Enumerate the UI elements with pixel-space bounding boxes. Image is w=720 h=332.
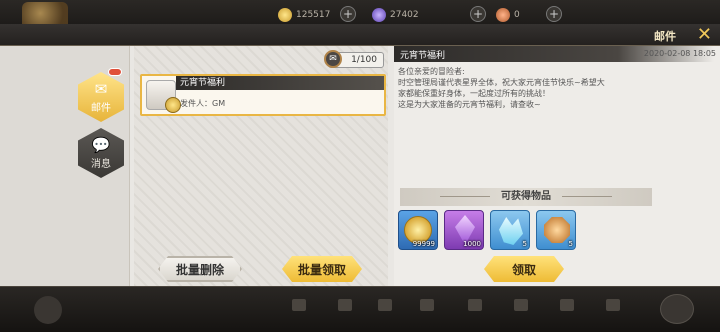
nav-icon	[420, 299, 434, 311]
nav-item[interactable]	[412, 299, 442, 313]
add-gem-button[interactable]: +	[470, 6, 486, 22]
reward-slot-purple-gem[interactable]: 1000	[444, 210, 484, 250]
mail-window-header: 邮件 ✕	[0, 24, 720, 46]
nav-icon	[468, 299, 482, 311]
add-gold-button[interactable]: +	[340, 6, 356, 22]
batch-claim-button[interactable]: 批量领取	[282, 256, 362, 282]
nav-icon	[292, 299, 306, 311]
nav-item[interactable]	[506, 299, 536, 313]
tab-mail-label: 邮件	[91, 102, 111, 114]
ticket-resource: 0	[496, 6, 520, 24]
amber-stone-icon	[544, 217, 570, 243]
nav-icon	[514, 299, 528, 311]
gold-coin-icon	[278, 8, 292, 22]
nav-item[interactable]	[598, 299, 628, 313]
ticket-value: 0	[514, 10, 520, 20]
reward-qty: 1000	[463, 240, 481, 248]
nav-item[interactable]	[460, 299, 490, 313]
detail-line: 各位亲爱的冒险者:	[398, 67, 465, 76]
gem-value: 27402	[390, 10, 419, 20]
batch-delete-button[interactable]: 批量删除	[158, 256, 242, 282]
detail-line: 这是为大家准备的元宵节福利，请查收~	[398, 100, 541, 109]
add-ticket-button[interactable]: +	[546, 6, 562, 22]
mailbox-icon: ✉	[324, 50, 342, 68]
bottom-nav	[0, 286, 720, 332]
reward-qty: 99999	[412, 240, 435, 248]
reward-qty: 5	[522, 240, 527, 248]
reward-slot-gold[interactable]: 99999	[398, 210, 438, 250]
gold-resource: 125517	[278, 6, 330, 24]
tab-messages[interactable]: 💬 消息	[78, 128, 124, 178]
nav-circle-button[interactable]	[34, 296, 62, 324]
mail-icon: ✉	[94, 79, 108, 98]
coin-icon	[165, 97, 181, 113]
claim-button[interactable]: 领取	[484, 256, 564, 282]
mail-list-item[interactable]: 元宵节福利 发件人：GM	[140, 74, 386, 116]
nav-icon	[560, 299, 574, 311]
detail-line: 时空管理局谨代表星界全体，祝大家元宵佳节快乐~希望大	[398, 78, 605, 87]
reward-slot-crystal[interactable]: 5	[490, 210, 530, 250]
envelope-icon	[146, 80, 181, 113]
nav-item[interactable]	[284, 299, 314, 313]
mail-detail: 元宵节福利 2020-02-08 18:05 各位亲爱的冒险者: 时空管理局谨代…	[394, 46, 720, 286]
tab-messages-label: 消息	[91, 158, 111, 170]
nav-icon	[606, 299, 620, 311]
chat-bubble-icon[interactable]	[660, 294, 694, 324]
nav-item[interactable]	[330, 299, 360, 313]
nav-item[interactable]	[370, 299, 400, 313]
mail-item-title: 元宵节福利	[176, 76, 384, 90]
game-screen: 125517 + 27402 + 0 + 邮件 ✕ ✉ 邮件 💬 消息 1/10…	[0, 0, 720, 332]
gem-resource: 27402	[372, 6, 419, 24]
nav-item[interactable]	[552, 299, 582, 313]
gem-icon	[372, 8, 386, 22]
detail-body: 各位亲爱的冒险者: 时空管理局谨代表星界全体，祝大家元宵佳节快乐~希望大 家都能…	[398, 66, 650, 110]
reward-qty: 5	[568, 240, 573, 248]
notification-badge	[108, 68, 122, 76]
sidebar: ✉ 邮件 💬 消息	[0, 46, 130, 286]
detail-date: 2020-02-08 18:05	[643, 49, 716, 58]
detail-title: 元宵节福利	[400, 51, 446, 61]
detail-line: 家都能保重好身体，一起度过所有的挑战！	[398, 89, 550, 98]
tab-mail[interactable]: ✉ 邮件	[78, 72, 124, 122]
reward-slot-amber[interactable]: 5	[536, 210, 576, 250]
gold-value: 125517	[296, 10, 331, 20]
window-title: 邮件	[654, 30, 676, 43]
mail-item-sender: 发件人：GM	[180, 99, 226, 108]
ticket-icon	[496, 8, 510, 22]
chat-icon: 💬	[91, 135, 111, 154]
mail-panel: ✉ 邮件 💬 消息 1/100 ✉ 元宵节福利 发件人：GM 元宵节福利 202…	[0, 46, 720, 286]
rewards-heading: 可获得物品	[400, 188, 652, 206]
nav-icon	[378, 299, 392, 311]
blue-crystal-icon	[499, 217, 523, 245]
close-icon[interactable]: ✕	[697, 25, 712, 45]
nav-icon	[338, 299, 352, 311]
